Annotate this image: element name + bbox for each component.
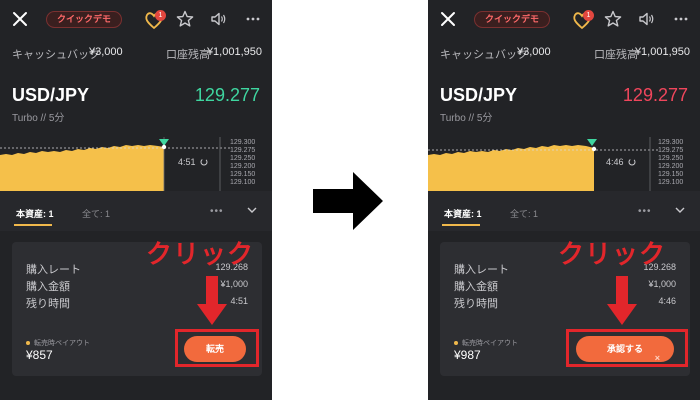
payout-label: 転売時ペイアウト xyxy=(34,340,90,347)
click-callout: クリック xyxy=(146,239,255,269)
row-value: 4:51 xyxy=(230,296,248,306)
price-tick: 129.250 xyxy=(658,155,684,162)
speaker-icon[interactable] xyxy=(210,10,228,28)
more-dots-icon[interactable]: ••• xyxy=(210,206,224,217)
positions-tabs: 本資産: 1 全て: 1 ••• xyxy=(0,191,272,231)
highlight-box xyxy=(566,329,688,367)
price-tick: 129.200 xyxy=(230,163,256,170)
timer-spinner-icon xyxy=(200,158,208,166)
current-rate: 129.277 xyxy=(194,85,260,105)
chart-timer: 4:46 xyxy=(606,157,624,167)
top-bar: クイックデモ 1 xyxy=(428,0,700,40)
click-callout: クリック xyxy=(558,239,667,269)
row-value: 4:46 xyxy=(658,296,676,306)
price-tick: 129.250 xyxy=(230,155,256,162)
row-label: 購入金額 xyxy=(454,281,498,293)
cashback-value: ¥3,000 xyxy=(89,46,123,58)
top-bar: クイックデモ 1 xyxy=(0,0,272,40)
tab-all[interactable]: 全て: 1 xyxy=(510,207,538,220)
close-icon[interactable] xyxy=(438,9,458,29)
price-tick: 129.100 xyxy=(658,179,684,186)
quick-demo-badge: クイックデモ xyxy=(46,11,123,28)
balance-value: ¥1,001,950 xyxy=(634,46,690,58)
notification-count-badge: 1 xyxy=(155,10,166,21)
tab-all[interactable]: 全て: 1 xyxy=(82,207,110,220)
price-tick: 129.150 xyxy=(230,171,256,178)
balance-label: 口座残高 xyxy=(166,49,210,61)
chart-area xyxy=(0,145,164,191)
trade-mode: Turbo // 5分 xyxy=(12,113,65,124)
app-screen-before: クイックデモ 1 キャッシュバック ¥3,000 口座残高 ¥1,001,950… xyxy=(0,0,272,400)
price-tick: 129.200 xyxy=(658,163,684,170)
entry-marker xyxy=(587,139,597,146)
price-tick: 129.150 xyxy=(658,171,684,178)
currency-pair: USD/JPY xyxy=(440,85,518,105)
speaker-icon[interactable] xyxy=(638,10,656,28)
payout-label: 転売時ペイアウト xyxy=(462,340,518,347)
down-arrow-icon xyxy=(197,276,227,325)
app-screen-after: クイックデモ 1 キャッシュバック ¥3,000 口座残高 ¥1,001,950… xyxy=(428,0,700,400)
more-dots-icon[interactable] xyxy=(244,10,262,28)
row-value: ¥1,000 xyxy=(648,279,676,289)
highlight-box xyxy=(175,329,259,367)
price-tick: 129.275 xyxy=(230,147,256,154)
payout-dot xyxy=(454,341,458,345)
active-tab-indicator xyxy=(14,224,52,226)
more-dots-icon[interactable]: ••• xyxy=(638,206,652,217)
active-tab-indicator xyxy=(442,224,480,226)
positions-tabs: 本資産: 1 全て: 1 ••• xyxy=(428,191,700,231)
tab-assets[interactable]: 本資産: 1 xyxy=(444,207,482,220)
payout-dot xyxy=(26,341,30,345)
chevron-down-icon[interactable] xyxy=(674,205,686,215)
row-label: 購入金額 xyxy=(26,281,70,293)
more-dots-icon[interactable] xyxy=(672,10,690,28)
chevron-down-icon[interactable] xyxy=(246,205,258,215)
tab-assets[interactable]: 本資産: 1 xyxy=(16,207,54,220)
currency-pair: USD/JPY xyxy=(12,85,90,105)
price-tick: 129.300 xyxy=(658,139,684,146)
current-rate: 129.277 xyxy=(622,85,688,105)
close-icon[interactable] xyxy=(10,9,30,29)
row-label: 残り時間 xyxy=(26,298,70,310)
price-tick: 129.300 xyxy=(230,139,256,146)
price-axis: 129.300 129.275 129.250 129.200 129.150 … xyxy=(230,139,272,189)
cashback-label: キャッシュバック xyxy=(440,49,528,61)
row-label: 残り時間 xyxy=(454,298,498,310)
balance-value: ¥1,001,950 xyxy=(206,46,262,58)
payout-value: ¥987 xyxy=(454,348,481,362)
payout-value: ¥857 xyxy=(26,348,53,362)
notification-count-badge: 1 xyxy=(583,10,594,21)
cashback-label: キャッシュバック xyxy=(12,49,100,61)
price-axis: 129.300 129.275 129.250 129.200 129.150 … xyxy=(658,139,700,189)
price-tick: 129.275 xyxy=(658,147,684,154)
right-arrow-icon xyxy=(313,172,383,230)
row-label: 購入レート xyxy=(454,264,509,276)
star-icon[interactable] xyxy=(604,10,622,28)
trade-mode: Turbo // 5分 xyxy=(440,113,493,124)
down-arrow-icon xyxy=(607,276,637,325)
row-label: 購入レート xyxy=(26,264,81,276)
chart-area xyxy=(428,145,594,191)
timer-spinner-icon xyxy=(628,158,636,166)
price-tick: 129.100 xyxy=(230,179,256,186)
chart-timer: 4:51 xyxy=(178,157,196,167)
balance-label: 口座残高 xyxy=(594,49,638,61)
cashback-value: ¥3,000 xyxy=(517,46,551,58)
star-icon[interactable] xyxy=(176,10,194,28)
quick-demo-badge: クイックデモ xyxy=(474,11,551,28)
